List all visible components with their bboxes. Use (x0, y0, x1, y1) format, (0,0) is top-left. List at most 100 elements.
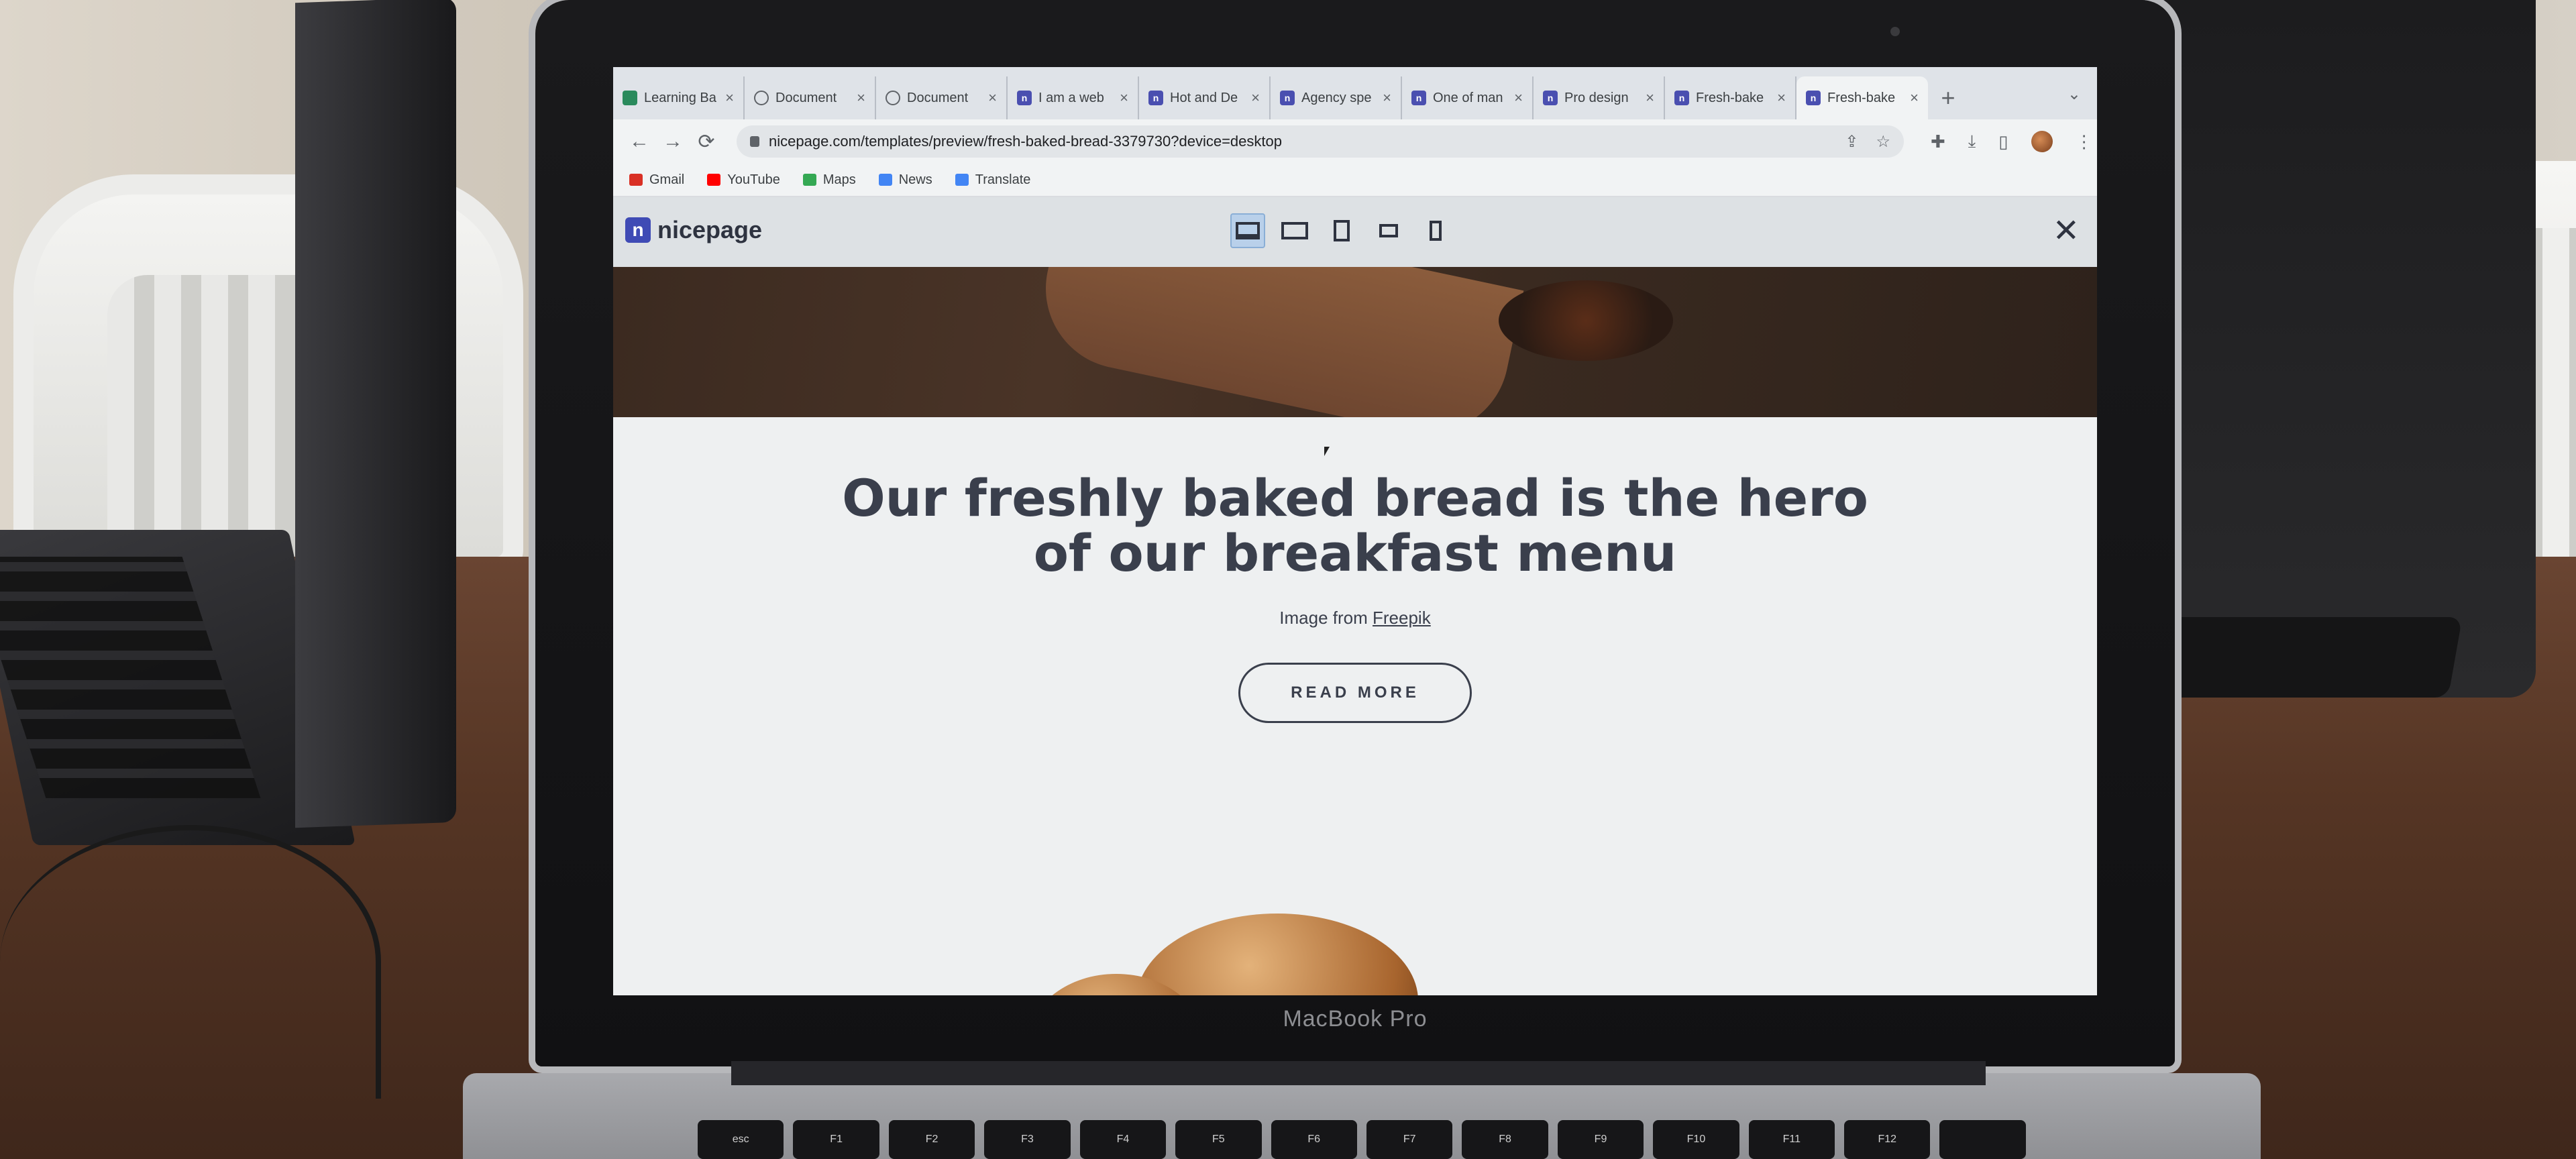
background-laptop-right (2133, 0, 2536, 698)
macbook-function-keys: esc F1 F2 F3 F4 F5 F6 F7 F8 F9 F10 F11 F12 (698, 1120, 2026, 1159)
tab-title: Fresh-bake (1696, 90, 1764, 105)
nicepage-logo[interactable]: n nicepage (625, 216, 762, 244)
bookmark-label: Gmail (649, 172, 685, 187)
close-tab-icon[interactable]: × (1120, 89, 1128, 107)
tab-search-icon[interactable]: ⌄ (2068, 85, 2081, 104)
bookmark-youtube[interactable]: YouTube (707, 172, 780, 188)
seeded-loaf (1136, 914, 1418, 995)
keyboard-key (1939, 1120, 2026, 1159)
background-laptop-left-lid (295, 0, 456, 828)
close-tab-icon[interactable]: × (725, 89, 734, 107)
tab-title: Document (907, 90, 969, 105)
laptop-icon[interactable] (1277, 213, 1312, 248)
device-switcher (1230, 213, 1453, 248)
tab-title: Document (775, 90, 837, 105)
forward-icon[interactable]: → (656, 130, 690, 153)
close-tab-icon[interactable]: × (988, 89, 997, 107)
nicepage-icon: n (1806, 91, 1821, 105)
reload-icon[interactable]: ⟳ (690, 130, 723, 154)
nicepage-icon: n (1411, 91, 1426, 105)
youtube-icon (707, 174, 721, 186)
close-tab-icon[interactable]: × (857, 89, 865, 107)
browser-tab[interactable]: Learning Ba × (613, 76, 745, 119)
close-tab-icon[interactable]: × (1251, 89, 1260, 107)
hero-section: Our freshly baked bread is the hero of o… (613, 417, 2097, 995)
bookmark-gmail[interactable]: Gmail (629, 172, 684, 188)
keyboard-key: esc (698, 1120, 784, 1159)
close-tab-icon[interactable]: × (1646, 89, 1654, 107)
close-tab-icon[interactable]: × (1910, 89, 1919, 107)
credit-prefix: Image from (1279, 608, 1368, 628)
extensions-icon[interactable]: ✚ (1931, 131, 1945, 152)
browser-tab[interactable]: n Fresh-bake × (1796, 76, 1928, 119)
bookmark-news[interactable]: News (878, 172, 932, 188)
bookmark-label: Translate (975, 172, 1031, 187)
nicepage-icon: n (1017, 91, 1032, 105)
tab-title: Hot and De (1170, 90, 1238, 105)
keyboard-key: F7 (1366, 1120, 1453, 1159)
tablet-landscape-icon[interactable] (1371, 213, 1406, 248)
cutting-board (1030, 267, 1524, 417)
desktop-icon[interactable] (1230, 213, 1265, 248)
nicepage-icon: n (1543, 91, 1558, 105)
lock-icon[interactable] (750, 136, 759, 147)
new-tab-button[interactable]: + (1928, 76, 1968, 119)
bread-crumbs (1499, 280, 1673, 361)
image-credit: Image from Freepik (613, 608, 2097, 628)
close-tab-icon[interactable]: × (1777, 89, 1786, 107)
tablet-icon[interactable] (1324, 213, 1359, 248)
bread-board-photo (613, 267, 2097, 417)
read-more-button[interactable]: READ MORE (1238, 663, 1472, 723)
browser-tab[interactable]: n One of man × (1402, 76, 1534, 119)
browser-tab[interactable]: n Pro design × (1534, 76, 1665, 119)
tab-title: Fresh-bake (1827, 90, 1896, 105)
camera-icon (1890, 27, 1900, 36)
close-tab-icon[interactable]: × (1514, 89, 1523, 107)
browser-tab[interactable]: Document × (745, 76, 876, 119)
browser-window: Learning Ba × Document × Document × n I am a we… (613, 67, 2097, 995)
nicepage-icon: n (1674, 91, 1689, 105)
close-preview-icon[interactable]: ✕ (2053, 212, 2080, 250)
freepik-link[interactable]: Freepik (1373, 608, 1431, 628)
green-book-icon (623, 91, 637, 105)
tab-title: I am a web (1038, 90, 1104, 105)
bread-loaf-image (1016, 887, 1472, 995)
bookmarks-bar: Gmail YouTube Maps News Translate (613, 164, 2097, 197)
mouse-cursor-icon (1324, 447, 1330, 456)
headline-line-2: of our breakfast menu (1033, 523, 1677, 583)
browser-tab[interactable]: n Hot and De × (1139, 76, 1271, 119)
macbook-hinge (731, 1061, 1986, 1085)
bookmark-maps[interactable]: Maps (802, 172, 856, 188)
bookmark-translate[interactable]: Translate (955, 172, 1031, 188)
side-panel-icon[interactable]: ▯ (1998, 131, 2008, 152)
nicepage-preview-header: n nicepage ✕ (613, 197, 2097, 267)
share-icon[interactable]: ⇪ (1845, 132, 1858, 152)
download-icon[interactable]: ⤓ (1968, 131, 1976, 152)
keyboard-key: F4 (1079, 1120, 1167, 1159)
menu-icon[interactable]: ⋮ (2076, 131, 2093, 152)
browser-tab[interactable]: n Fresh-bake × (1665, 76, 1796, 119)
profile-avatar[interactable] (2031, 131, 2053, 152)
browser-tab[interactable]: n Agency spe × (1271, 76, 1402, 119)
bookmark-label: News (898, 172, 932, 187)
browser-tab[interactable]: n I am a web × (1008, 76, 1139, 119)
address-bar[interactable]: nicepage.com/templates/preview/fresh-bak… (737, 125, 1904, 158)
keyboard-key: F9 (1557, 1120, 1644, 1159)
nicepage-icon: n (1148, 91, 1163, 105)
back-icon[interactable]: ← (623, 130, 656, 153)
url-text: nicepage.com/templates/preview/fresh-bak… (769, 133, 1282, 150)
tab-title: Learning Ba (644, 90, 716, 105)
close-tab-icon[interactable]: × (1383, 89, 1391, 107)
phone-icon[interactable] (1418, 213, 1453, 248)
bookmark-star-icon[interactable]: ☆ (1876, 132, 1890, 152)
gmail-icon (629, 174, 643, 186)
tab-title: One of man (1433, 90, 1503, 105)
keyboard-key: F11 (1748, 1120, 1835, 1159)
nicepage-logo-text: nicepage (657, 216, 763, 243)
keyboard-key: F10 (1653, 1120, 1739, 1159)
keyboard-key: F6 (1271, 1120, 1357, 1159)
news-icon (878, 174, 892, 186)
browser-tab[interactable]: Document × (876, 76, 1008, 119)
background-laptop-right-base (2139, 617, 2463, 698)
globe-icon (754, 91, 769, 105)
